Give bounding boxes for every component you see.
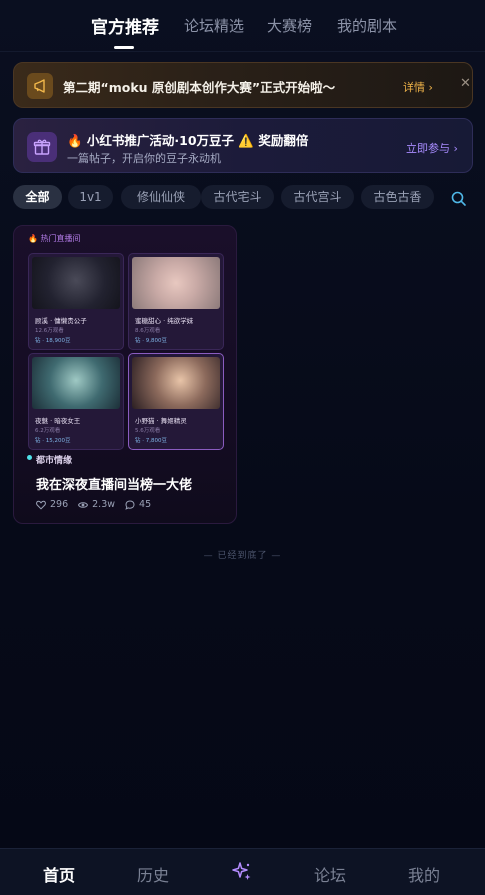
streamer-name: 小野猫 · 舞姬精灵 <box>135 417 187 425</box>
filter-chip-zhaidou[interactable]: 古代宅斗 <box>201 185 274 209</box>
nav-history[interactable]: 历史 <box>137 862 169 886</box>
streamer-gifts: 钻 · 15,200豆 <box>35 438 71 444</box>
streamer-gifts: 钻 · 18,900豆 <box>35 338 71 344</box>
streamer-views: 6.2万观看 <box>35 428 61 434</box>
filter-chip-gongdou[interactable]: 古代宫斗 <box>281 185 354 209</box>
streamer-name: 顾溪 · 慵懒贵公子 <box>35 317 87 325</box>
close-icon[interactable]: ✕ <box>460 76 471 91</box>
streamer-avatar-image <box>32 357 120 409</box>
nav-home[interactable]: 首页 <box>43 862 75 886</box>
genre-tag: 都市情缘 <box>36 456 73 466</box>
filter-chip-1v1[interactable]: 1v1 <box>68 185 113 209</box>
comment-icon <box>125 499 135 510</box>
join-now-link[interactable]: 立即参与 › <box>406 140 458 156</box>
streamer-views: 12.6万观看 <box>35 328 64 334</box>
streamer-views: 5.6万观看 <box>135 428 161 434</box>
app-root: 官方推荐 论坛精选 大赛榜 我的剧本 第二期“moku 原创剧本创作大赛”正式开… <box>0 0 485 895</box>
streamer-gifts: 钻 · 7,800豆 <box>135 438 167 444</box>
megaphone-icon <box>27 73 53 99</box>
streamer-gifts: 钻 · 9,800豆 <box>135 338 167 344</box>
live-room-item: 顾溪 · 慵懒贵公子 12.6万观看 钻 · 18,900豆 <box>28 253 124 350</box>
nav-mine[interactable]: 我的 <box>408 862 440 886</box>
filter-chip-gusegu[interactable]: 古色古香 <box>361 185 434 209</box>
nav-forum[interactable]: 论坛 <box>314 862 346 886</box>
live-room-item: 小野猫 · 舞姬精灵 5.6万观看 钻 · 7,800豆 <box>128 353 224 450</box>
end-of-list-text: — 已经到底了 — <box>203 551 282 561</box>
streamer-avatar-image <box>132 357 220 409</box>
live-room-item: 蜜糖甜心 · 纯欲学妹 8.6万观看 钻 · 9,800豆 <box>128 253 224 350</box>
comment-count: 45 <box>139 499 152 510</box>
genre-dot <box>27 455 32 460</box>
view-count: 2.3w <box>92 499 116 510</box>
streamer-views: 8.6万观看 <box>135 328 161 334</box>
active-tab-indicator <box>114 46 134 49</box>
sparkle-icon[interactable] <box>231 861 253 883</box>
live-room-grid: 顾溪 · 慵懒贵公子 12.6万观看 钻 · 18,900豆 蜜糖甜心 · 纯欲… <box>28 253 224 453</box>
promo-title: 🔥 小红书推广活动·10万豆子 ⚠️ 奖励翻倍 <box>67 133 309 148</box>
streamer-name: 蜜糖甜心 · 纯欲学妹 <box>135 317 194 325</box>
promo-subtitle: 一篇帖子，开启你的豆子永动机 <box>67 152 221 165</box>
hot-live-label: 🔥 热门直播间 <box>28 234 81 243</box>
contest-detail-link[interactable]: 详情 › <box>403 79 433 95</box>
tab-contest-ranking[interactable]: 大赛榜 <box>267 15 312 36</box>
bottom-nav-bar: 首页 历史 论坛 我的 <box>0 848 485 895</box>
tab-my-scripts[interactable]: 我的剧本 <box>337 15 397 36</box>
streamer-name: 夜魅 · 暗夜女王 <box>35 417 81 425</box>
contest-banner-text: 第二期“moku 原创剧本创作大赛”正式开始啦～ <box>63 80 336 95</box>
filter-chip-all[interactable]: 全部 <box>13 185 62 209</box>
promo-banner[interactable]: 🔥 小红书推广活动·10万豆子 ⚠️ 奖励翻倍 一篇帖子，开启你的豆子永动机 立… <box>13 118 473 173</box>
streamer-avatar-image <box>32 257 120 309</box>
heart-icon <box>36 500 46 510</box>
card-stats: 296 2.3w 45 <box>36 499 151 510</box>
gift-icon <box>27 132 57 162</box>
contest-banner[interactable]: 第二期“moku 原创剧本创作大赛”正式开始啦～ 详情 › ✕ <box>13 62 473 108</box>
card-title: 我在深夜直播间当榜一大佬 <box>36 478 193 493</box>
streamer-avatar-image <box>132 257 220 309</box>
live-room-item: 夜魅 · 暗夜女王 6.2万观看 钻 · 15,200豆 <box>28 353 124 450</box>
script-card[interactable]: 🔥 热门直播间 顾溪 · 慵懒贵公子 12.6万观看 钻 · 18,900豆 蜜… <box>13 225 237 524</box>
like-count: 296 <box>50 499 69 510</box>
eye-icon <box>78 501 89 508</box>
top-tab-bar: 官方推荐 论坛精选 大赛榜 我的剧本 <box>0 0 485 52</box>
search-icon[interactable] <box>450 190 468 208</box>
filter-chip-xianxia[interactable]: 修仙仙侠 <box>121 185 201 209</box>
tab-official-recommend[interactable]: 官方推荐 <box>91 13 159 38</box>
tab-forum-picks[interactable]: 论坛精选 <box>184 15 244 36</box>
